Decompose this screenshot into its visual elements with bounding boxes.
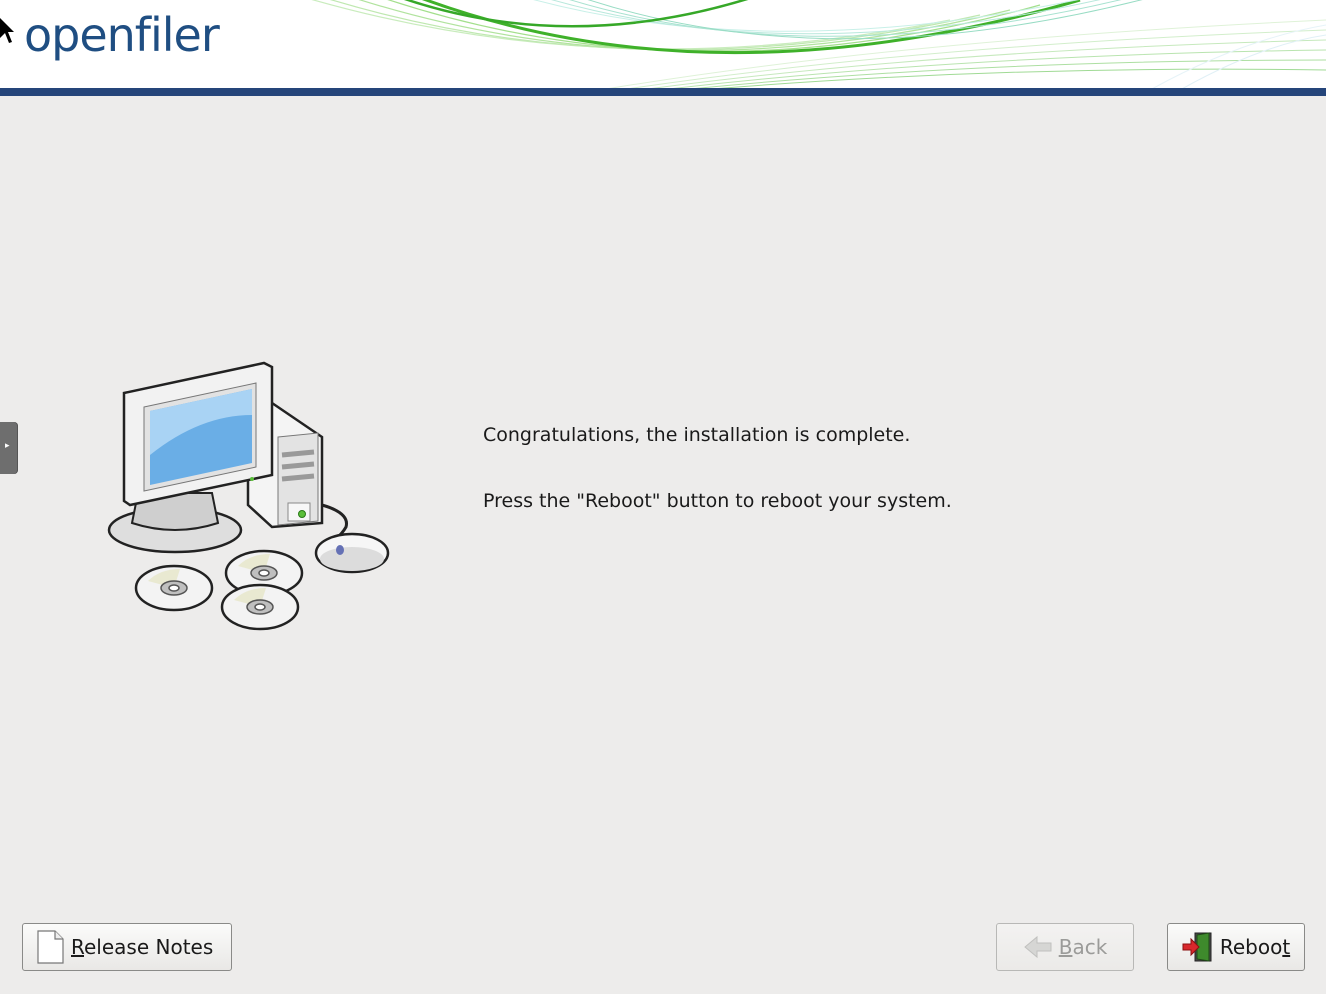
reboot-button[interactable]: Reboot	[1167, 923, 1305, 971]
reboot-mnemonic: t	[1282, 935, 1291, 959]
release-notes-button[interactable]: Release Notes	[22, 923, 232, 971]
back-button[interactable]: Back	[996, 923, 1134, 971]
back-arrow-icon	[1023, 935, 1052, 959]
release-notes-label: Release Notes	[71, 935, 213, 959]
mouse-pointer-icon	[0, 18, 14, 43]
reboot-label-start: Reboo	[1219, 935, 1283, 959]
reboot-label: Reboot	[1220, 935, 1290, 959]
reboot-instruction-line: Press the "Reboot" button to reboot your…	[483, 490, 952, 512]
header-banner: openfiler	[0, 0, 1326, 88]
completion-message: Congratulations, the installation is com…	[483, 422, 952, 554]
side-panel-toggle[interactable]: ▸	[0, 422, 18, 474]
header-divider-bar	[0, 88, 1326, 96]
back-label-rest: ack	[1072, 935, 1108, 959]
back-label: Back	[1059, 935, 1108, 959]
release-notes-label-rest: elease Notes	[84, 935, 214, 959]
exit-door-icon	[1182, 932, 1212, 962]
expand-arrow-icon: ▸	[5, 441, 10, 451]
openfiler-logo: openfiler	[24, 8, 220, 62]
computer-with-discs-icon	[107, 361, 390, 631]
document-icon	[37, 930, 64, 964]
release-notes-mnemonic: R	[71, 935, 84, 959]
back-mnemonic: B	[1058, 935, 1073, 959]
completion-message-line: Congratulations, the installation is com…	[483, 424, 911, 446]
